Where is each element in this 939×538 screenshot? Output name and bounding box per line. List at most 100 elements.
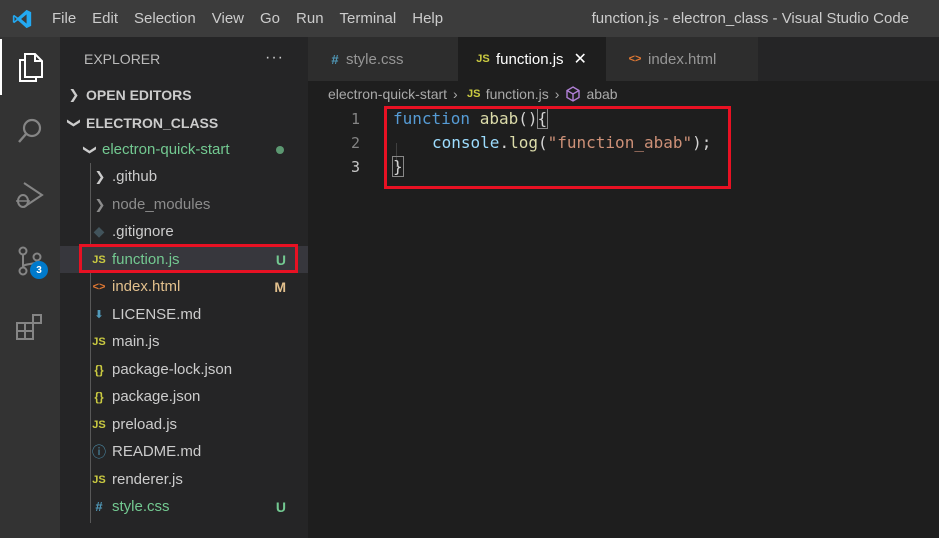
menu-view[interactable]: View	[204, 0, 252, 37]
json-file-icon: {}	[94, 362, 104, 377]
tab-function-js[interactable]: JS function.js ✕	[458, 37, 606, 81]
code-editor[interactable]: 1 2 3 function abab(){ console.log("func…	[308, 107, 939, 538]
html-file-icon: <>	[92, 280, 106, 293]
paren-token: ()	[518, 109, 538, 128]
run-debug-icon	[16, 182, 44, 208]
file-name: package.json	[112, 388, 201, 405]
brace-token: }	[392, 156, 404, 177]
tree-item-github[interactable]: ❯ .github	[60, 163, 308, 190]
javascript-file-icon: JS	[92, 473, 106, 486]
vscode-logo-icon	[0, 0, 44, 37]
workspace-title: ELECTRON_CLASS	[86, 114, 219, 131]
workspace-section[interactable]: ❯ ELECTRON_CLASS	[60, 109, 308, 136]
search-icon	[18, 118, 42, 143]
file-name: .gitignore	[112, 223, 174, 240]
menu-selection[interactable]: Selection	[126, 0, 204, 37]
file-name: main.js	[112, 333, 160, 350]
menu-bar: File Edit Selection View Go Run Terminal…	[44, 0, 451, 37]
javascript-file-icon: JS	[476, 53, 490, 65]
close-icon[interactable]: ✕	[574, 49, 587, 69]
folder-electron-quick-start[interactable]: ❯ electron-quick-start	[60, 136, 308, 163]
source-control-badge: 3	[30, 261, 48, 279]
tree-item-style-css[interactable]: # style.css U	[60, 493, 308, 520]
line-number: 3	[350, 158, 360, 176]
object-token: console	[432, 133, 500, 152]
tree-item-index-html[interactable]: <> index.html M	[60, 273, 308, 300]
file-name: renderer.js	[112, 471, 183, 488]
dot-token: .	[499, 133, 510, 152]
code-line-3: }	[392, 155, 404, 179]
javascript-file-icon: JS	[92, 253, 106, 266]
tree-item-package-json[interactable]: {} package.json	[60, 383, 308, 410]
javascript-file-icon: JS	[92, 418, 106, 431]
breadcrumb-folder[interactable]: electron-quick-start	[328, 86, 447, 102]
file-name: index.html	[112, 278, 181, 295]
menu-terminal[interactable]: Terminal	[332, 0, 405, 37]
code-line-2: console.log("function_abab");	[432, 131, 711, 155]
javascript-file-icon: JS	[92, 335, 106, 348]
info-icon: ⓘ	[92, 443, 106, 460]
file-name: style.css	[112, 498, 170, 515]
run-debug-activity-button[interactable]	[0, 167, 60, 223]
tab-label: index.html	[648, 50, 717, 68]
tab-label: function.js	[496, 50, 564, 68]
explorer-activity-button[interactable]	[0, 39, 60, 95]
json-file-icon: {}	[94, 389, 104, 404]
open-editors-title: OPEN EDITORS	[86, 86, 192, 103]
extensions-activity-button[interactable]	[0, 299, 60, 355]
paren-token: );	[692, 133, 712, 152]
files-icon	[19, 53, 43, 82]
git-status-badge: U	[275, 251, 286, 268]
tree-item-renderer-js[interactable]: JS renderer.js	[60, 466, 308, 493]
tree-item-readme-md[interactable]: ⓘ README.md	[60, 438, 308, 465]
menu-go[interactable]: Go	[252, 0, 288, 37]
explorer-more-actions-button[interactable]: ···	[265, 49, 284, 67]
file-name: README.md	[112, 443, 202, 460]
chevron-right-icon: ❯	[94, 196, 106, 212]
tree-item-preload-js[interactable]: JS preload.js	[60, 411, 308, 438]
javascript-file-icon: JS	[466, 88, 481, 100]
git-status-badge: M	[274, 278, 286, 295]
tab-label: style.css	[346, 50, 404, 68]
markdown-download-icon: ⬇	[94, 309, 104, 321]
file-name: package-lock.json	[112, 361, 233, 378]
tab-style-css[interactable]: # style.css	[308, 37, 458, 81]
chevron-right-icon: ❯	[94, 168, 106, 184]
tree-item-function-js[interactable]: JS function.js U	[60, 246, 308, 273]
chevron-down-icon: ❯	[83, 144, 98, 155]
title-bar: File Edit Selection View Go Run Terminal…	[0, 0, 939, 37]
breadcrumb-file[interactable]: function.js	[486, 86, 549, 102]
search-activity-button[interactable]	[0, 103, 60, 159]
source-control-activity-button[interactable]: 3	[0, 233, 60, 289]
line-number: 2	[350, 134, 360, 152]
menu-help[interactable]: Help	[404, 0, 451, 37]
tree-item-package-lock-json[interactable]: {} package-lock.json	[60, 356, 308, 383]
html-file-icon: <>	[628, 53, 642, 65]
git-icon: ◆	[93, 223, 105, 239]
file-name: LICENSE.md	[112, 306, 202, 323]
tree-item-gitignore[interactable]: ◆ .gitignore	[60, 218, 308, 245]
file-name: preload.js	[112, 416, 178, 433]
open-editors-section[interactable]: ❯ OPEN EDITORS	[60, 81, 308, 108]
chevron-down-icon: ❯	[67, 117, 82, 128]
file-name: node_modules	[112, 196, 211, 213]
tree-item-node-modules[interactable]: ❯ node_modules	[60, 191, 308, 218]
git-status-badge: U	[275, 498, 286, 515]
menu-file[interactable]: File	[44, 0, 84, 37]
paren-token: (	[537, 133, 548, 152]
extensions-icon	[16, 314, 42, 340]
tree-item-license-md[interactable]: ⬇ LICENSE.md	[60, 301, 308, 328]
tree-item-main-js[interactable]: JS main.js	[60, 328, 308, 355]
breadcrumb: electron-quick-start › JS function.js › …	[308, 81, 939, 107]
file-name: function.js	[112, 251, 180, 268]
code-line-1: function abab(){	[393, 107, 549, 131]
breadcrumb-symbol[interactable]: abab	[586, 86, 617, 102]
method-token: log	[509, 133, 538, 152]
menu-edit[interactable]: Edit	[84, 0, 126, 37]
symbol-method-icon	[566, 86, 581, 102]
menu-run[interactable]: Run	[288, 0, 332, 37]
tab-index-html[interactable]: <> index.html	[606, 37, 758, 81]
string-token: "function_abab"	[547, 133, 693, 152]
css-file-icon: #	[95, 499, 103, 514]
explorer-sidebar: EXPLORER ··· ❯ OPEN EDITORS ❯ ELECTRON_C…	[60, 37, 308, 538]
